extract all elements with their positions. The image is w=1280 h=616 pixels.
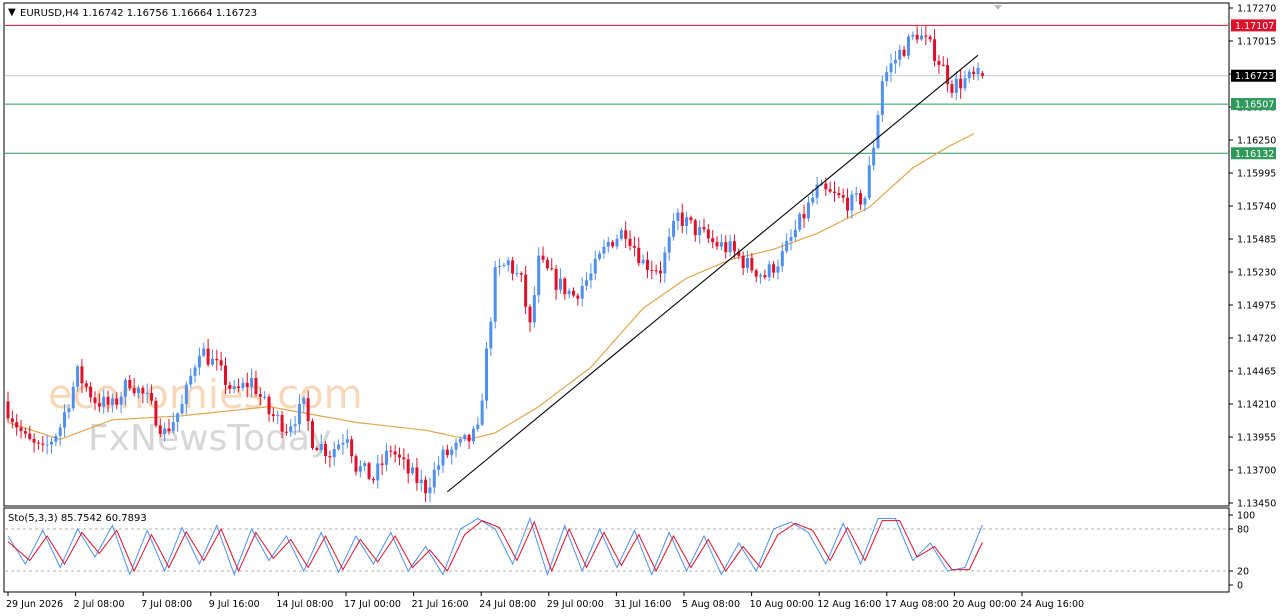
time-axis-label: 7 Jul 08:00 xyxy=(141,599,192,610)
price-axis-label: 1.13955 xyxy=(1237,433,1276,444)
price-axis-label: 1.14975 xyxy=(1237,301,1276,312)
price-axis-label: 1.17270 xyxy=(1237,4,1276,15)
svg-text:1.16507: 1.16507 xyxy=(1235,100,1274,111)
time-axis-label: 5 Aug 08:00 xyxy=(682,599,740,610)
candle xyxy=(798,212,802,233)
price-axis-label: 1.14210 xyxy=(1237,400,1276,411)
support-tag-2: 1.16132 xyxy=(1231,147,1276,160)
price-axis-label: 1.13700 xyxy=(1237,466,1276,477)
candle xyxy=(311,418,314,450)
price-axis-label: 1.14720 xyxy=(1237,334,1276,345)
candle xyxy=(906,34,910,60)
time-axis-label: 2 Jul 08:00 xyxy=(74,599,125,610)
svg-text:1.16723: 1.16723 xyxy=(1235,71,1274,82)
time-axis-label: 24 Jul 08:00 xyxy=(479,599,536,610)
candle xyxy=(493,260,497,329)
time-axis-label: 31 Jul 16:00 xyxy=(614,599,671,610)
symbol-dropdown-icon[interactable]: ▼ xyxy=(8,7,16,18)
price-axis-label: 1.15485 xyxy=(1237,235,1276,246)
stoch-axis-label: 20 xyxy=(1237,567,1249,578)
price-axis-label: 1.13450 xyxy=(1237,499,1276,510)
price-axis-label: 1.15995 xyxy=(1237,169,1276,180)
symbol-info: EURUSD,H4 1.16742 1.16756 1.16664 1.1672… xyxy=(20,8,257,19)
stoch-axis-label: 100 xyxy=(1237,511,1255,522)
svg-text:1.17107: 1.17107 xyxy=(1235,21,1274,32)
time-axis-label: 12 Aug 16:00 xyxy=(817,599,881,610)
price-axis-label: 1.15230 xyxy=(1237,268,1276,279)
candle xyxy=(367,461,371,481)
price-axis-label: 1.16250 xyxy=(1237,136,1276,147)
stoch-axis-label: 80 xyxy=(1237,525,1249,536)
time-axis-label: 20 Aug 00:00 xyxy=(952,599,1016,610)
support-tag-1: 1.16507 xyxy=(1231,98,1276,111)
svg-text:1.16132: 1.16132 xyxy=(1235,149,1274,160)
time-axis-label: 17 Jul 00:00 xyxy=(344,599,401,610)
time-axis-label: 21 Jul 16:00 xyxy=(412,599,469,610)
background xyxy=(0,0,1280,616)
time-axis-label: 10 Aug 00:00 xyxy=(750,599,814,610)
price-axis-label: 1.17015 xyxy=(1237,37,1276,48)
current-price-tag: 1.16723 xyxy=(1231,69,1276,82)
time-axis-label: 24 Aug 16:00 xyxy=(1020,599,1084,610)
stochastic-info: Sto(5,3,3) 85.7542 60.7893 xyxy=(8,513,147,524)
time-axis-label: 9 Jul 16:00 xyxy=(209,599,260,610)
time-axis-label: 17 Aug 08:00 xyxy=(885,599,949,610)
price-axis-label: 1.14465 xyxy=(1237,367,1276,378)
stoch-axis-label: 0 xyxy=(1237,581,1243,592)
chart-canvas: economies.com FxNewsToday 1.172701.17015… xyxy=(0,0,1280,616)
candle xyxy=(485,341,488,409)
time-axis-label: 14 Jul 08:00 xyxy=(276,599,333,610)
candle xyxy=(876,110,880,150)
time-axis-label: 29 Jul 00:00 xyxy=(547,599,604,610)
time-axis-label: 29 Jun 2026 xyxy=(6,599,63,610)
resistance-tag: 1.17107 xyxy=(1231,19,1276,32)
candle xyxy=(154,397,158,428)
chart-window: economies.com FxNewsToday 1.17270 1.17015… xyxy=(0,0,1280,616)
price-axis-label: 1.15740 xyxy=(1237,202,1276,213)
